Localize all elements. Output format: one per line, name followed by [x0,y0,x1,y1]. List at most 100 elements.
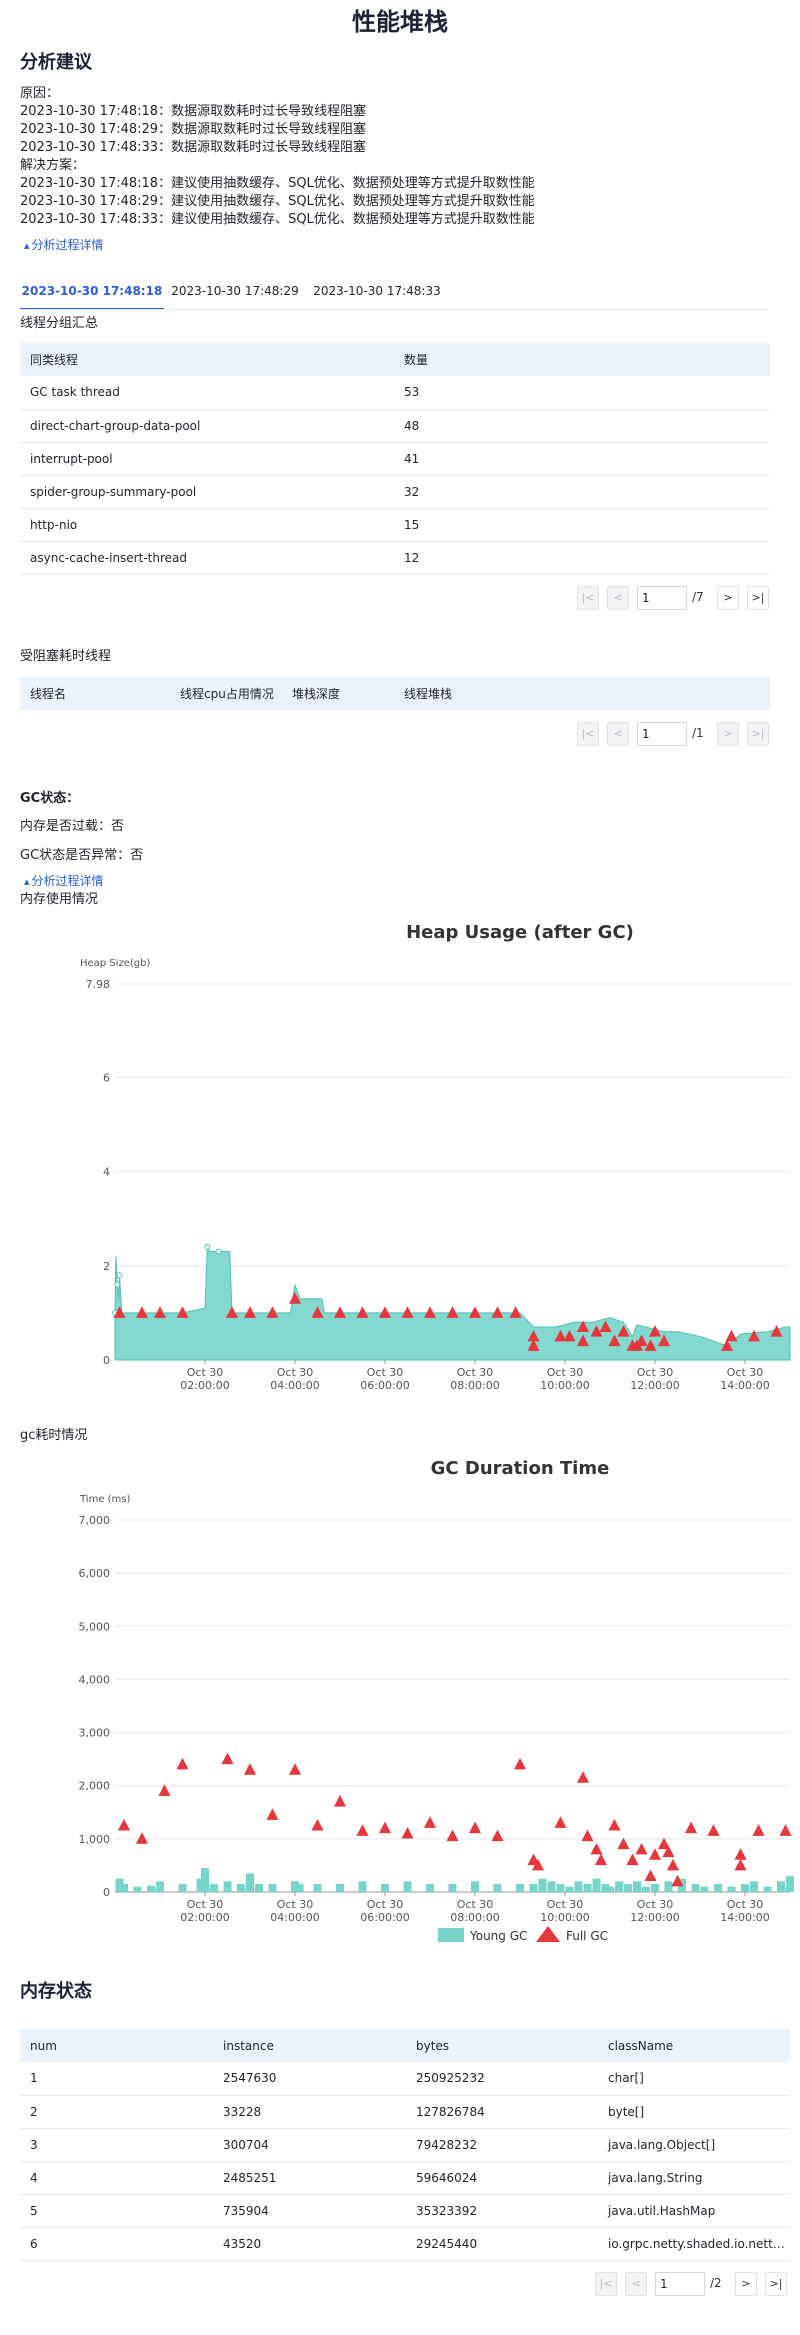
heap-point [215,1248,222,1255]
young-gc-bar [313,1884,322,1892]
page-input[interactable]: 1 [637,722,687,746]
young-gc-bar [574,1881,583,1892]
analysis-detail-link[interactable]: ▴ 分析过程详情 [24,236,104,253]
column-header: bytes [406,2029,598,2062]
page-input[interactable]: 1 [655,2272,705,2296]
young-gc-bar [556,1884,565,1892]
y-tick-label: 6 [103,1071,110,1084]
table-row[interactable]: 4 2485251 59646024 java.lang.String [20,2161,790,2195]
young-gc-bar [642,1886,650,1892]
young-gc-bar [223,1881,232,1892]
full-gc-marker [468,1821,482,1834]
table-cell: 5 [20,2194,213,2228]
next-page-button[interactable]: > [717,722,739,746]
table-row[interactable]: async-cache-insert-thread 12 [20,541,770,575]
tab-snapshot-3[interactable]: 2023-10-30 17:48:33 [306,277,448,310]
reason-item: 2023-10-30 17:48:33：数据源取数耗时过长导致线程阻塞 [20,140,367,155]
full-gc-marker [401,1306,414,1318]
young-gc-bar [651,1884,659,1892]
expand-arrow-icon: ▴ [24,239,30,252]
x-tick-label: Oct 30 [187,1366,224,1379]
full-gc-marker [576,1771,590,1783]
x-tick-label: 06:00:00 [360,1911,409,1924]
table-row[interactable]: direct-chart-group-data-pool 48 [20,409,770,443]
memory-overload-status: 内存是否过载：否 [20,819,125,834]
full-gc-marker [491,1829,504,1842]
prev-page-button[interactable]: < [607,586,629,610]
tab-snapshot-1[interactable]: 2023-10-30 17:48:18 [20,277,164,310]
y-axis-label: Heap Size(gb) [80,958,150,969]
table-row[interactable]: 2 33228 127826784 byte[] [20,2095,790,2129]
table-row[interactable]: 3 300704 79428232 java.lang.Object[] [20,2128,790,2162]
young-gc-bar [727,1886,736,1892]
full-gc-marker [635,1842,648,1855]
table-header-row: 同类线程 数量 [20,343,770,376]
young-gc-bar [538,1878,547,1892]
full-gc-marker [468,1306,482,1318]
full-gc-marker [590,1842,603,1855]
next-page-button[interactable]: > [717,586,739,610]
x-tick-label: Oct 30 [277,1898,314,1911]
tab-snapshot-2[interactable]: 2023-10-30 17:48:29 [164,277,306,310]
x-tick-label: Oct 30 [277,1366,314,1379]
thread-group-pager: |< < 1 /7 > >| [577,586,771,610]
young-gc-bar [547,1881,556,1892]
young-gc-bar [786,1876,794,1892]
full-gc-marker [153,1306,167,1318]
solution-item: 2023-10-30 17:48:33：建议使用抽数缓存、SQL优化、数据预处理… [20,212,535,227]
table-row[interactable]: 6 43520 29245440 io.grpc.netty.shaded.io.ne… [20,2227,790,2261]
full-gc-marker [779,1824,792,1836]
table-cell: 59646024 [406,2161,598,2195]
x-tick-label: 08:00:00 [450,1911,499,1924]
full-gc-marker [243,1306,257,1318]
table-cell: 33228 [213,2095,406,2129]
y-tick-label: 4,000 [79,1673,111,1686]
full-gc-marker [333,1306,347,1318]
legend-label: Young GC [469,1929,527,1943]
full-gc-marker [666,1858,680,1871]
table-cell: 43520 [213,2227,406,2261]
y-tick-label: 1,000 [79,1833,111,1846]
table-cell: 3 [20,2128,213,2162]
first-page-button[interactable]: |< [577,722,599,746]
legend-label: Full GC [566,1929,608,1943]
last-page-button[interactable]: >| [765,2272,787,2296]
young-gc-bar [210,1884,218,1892]
first-page-button[interactable]: |< [595,2272,617,2296]
full-gc-marker [725,1329,738,1342]
page-input[interactable]: 1 [637,586,687,610]
heap-point [204,1243,211,1250]
table-row[interactable]: 1 2547630 250925232 char[] [20,2062,790,2096]
full-gc-marker [684,1821,698,1834]
full-gc-marker [401,1826,414,1839]
young-gc-bar [448,1884,457,1892]
table-row[interactable]: spider-group-summary-pool 32 [20,475,770,509]
tabs-divider [20,309,768,310]
x-tick-label: Oct 30 [457,1366,494,1379]
table-row[interactable]: 5 735904 35323392 java.util.HashMap [20,2194,790,2228]
prev-page-button[interactable]: < [625,2272,647,2296]
young-gc-bar [237,1884,245,1892]
next-page-button[interactable]: > [735,2272,757,2296]
table-row[interactable]: GC task thread 53 [20,376,770,410]
young-gc-bar [133,1886,142,1892]
gc-status-title: GC状态： [20,791,80,806]
column-header: 线程堆栈 [394,677,770,710]
table-row[interactable]: http-nio 15 [20,508,770,542]
table-row[interactable]: interrupt-pool 41 [20,442,770,476]
gc-duration-chart: 0 1,000 2,000 3,000 4,000 5,000 6,000 7,000 Time… [79,1494,794,1943]
y-tick-label: 6,000 [79,1567,111,1580]
full-gc-marker [176,1757,189,1770]
last-page-button[interactable]: >| [747,586,769,610]
first-page-button[interactable]: |< [577,586,599,610]
x-tick-label: Oct 30 [457,1898,494,1911]
prev-page-button[interactable]: < [607,722,629,746]
full-gc-marker [378,1306,392,1318]
table-cell: GC task thread [20,376,394,410]
x-tick-label: Oct 30 [637,1366,674,1379]
legend-swatch-full [536,1926,560,1942]
last-page-button[interactable]: >| [747,722,769,746]
x-tick-label: Oct 30 [367,1898,404,1911]
gc-detail-link[interactable]: ▴ 分析过程详情 [24,872,104,889]
table-cell: direct-chart-group-data-pool [20,409,394,443]
